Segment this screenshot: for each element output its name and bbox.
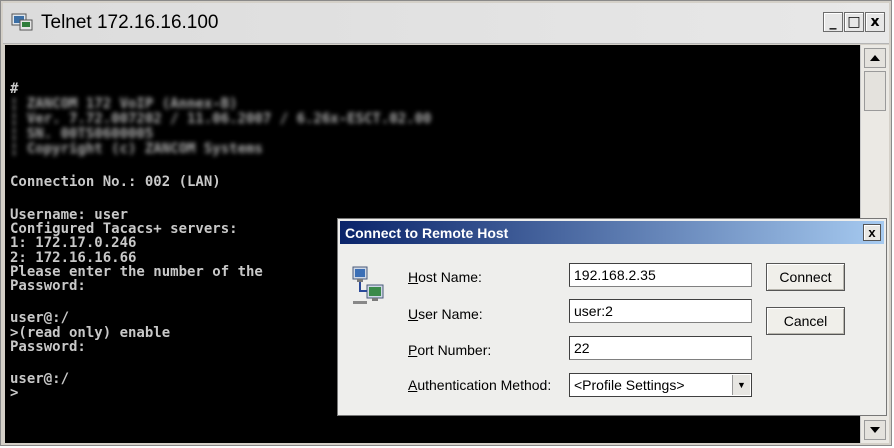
console-line: # [10,81,19,97]
telnet-app-icon [11,13,33,31]
cancel-button[interactable]: Cancel [766,307,845,335]
port-number-label: Port Number: [408,342,492,358]
dialog-close-button[interactable]: x [863,224,881,241]
arrow-down-icon [870,427,880,433]
console-line: Password: [10,339,86,355]
dialog-title: Connect to Remote Host [345,225,509,241]
console-line-blurred: ¦ SN. 00TS0600005 [10,126,154,142]
console-line-blurred: ¦ Copyright (c) ZANCOM Systems [10,141,263,157]
console-line: user@:/ [10,371,70,387]
console-line-blurred: ¦ Ver. 7.72.007202 / 11.06.2007 / 6.26x-… [10,111,432,127]
console-line: Password: [10,278,86,294]
authentication-method-select[interactable]: <Profile Settings> ▼ [569,373,752,397]
console-line: > [10,385,19,401]
close-button[interactable]: x [865,12,885,32]
console-line: 1: 172.17.0.246 [10,235,137,251]
arrow-up-icon [870,55,880,61]
host-name-input[interactable]: 192.168.2.35 [569,263,752,287]
console-line: user@:/ [10,310,70,326]
title-bar[interactable]: Telnet 172.16.16.100 _ □ x [3,3,889,44]
console-line: Connection No.: 002 (LAN) [10,174,221,190]
window-controls: _ □ x [822,12,885,32]
host-name-label: Host Name: [408,269,482,285]
port-number-input[interactable]: 22 [569,336,752,360]
network-computers-icon [352,266,384,304]
dialog-title-bar[interactable]: Connect to Remote Host x [340,221,884,244]
authentication-method-value: <Profile Settings> [574,377,685,393]
maximize-button[interactable]: □ [844,12,864,32]
connect-to-remote-host-dialog: Connect to Remote Host x Host Name: 192.… [337,218,887,416]
scroll-down-button[interactable] [864,420,886,440]
chevron-down-icon[interactable]: ▼ [732,375,750,395]
scrollbar-thumb[interactable] [864,71,886,111]
scroll-up-button[interactable] [864,48,886,68]
user-name-label: User Name: [408,306,483,322]
user-name-input[interactable]: user:2 [569,299,752,323]
minimize-button[interactable]: _ [823,12,843,32]
console-line-blurred: ¦ ZANCOM 172 VoIP (Annex-B) [10,96,238,112]
authentication-method-label: Authentication Method: [408,377,552,393]
connect-button[interactable]: Connect [766,263,845,291]
window-title: Telnet 172.16.16.100 [41,12,219,33]
